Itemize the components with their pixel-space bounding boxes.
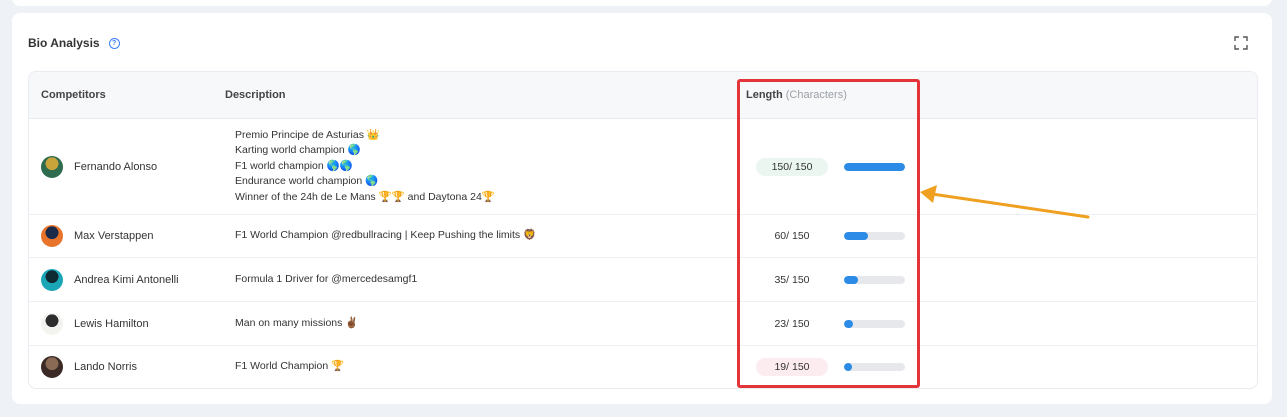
- table-row[interactable]: Lewis Hamilton Man on many missions ✌🏾 23/…: [29, 302, 1257, 346]
- description-line: Man on many missions ✌🏾: [235, 316, 359, 329]
- description-line: F1 World Champion @redbullracing | Keep …: [235, 229, 537, 242]
- description-line: Premio Principe de Asturias 👑: [235, 128, 380, 141]
- length-value: 60/ 150: [774, 230, 810, 242]
- avatar: [41, 155, 63, 178]
- length-progress-bar: [844, 232, 905, 240]
- header-competitors: Competitors: [41, 89, 106, 101]
- description-cell: F1 World Champion @redbullracing | Keep …: [235, 228, 536, 244]
- competitor-cell[interactable]: Max Verstappen: [41, 225, 154, 247]
- length-progress-fill: [844, 275, 859, 284]
- table-row[interactable]: Lando Norris F1 World Champion 🏆 19/ 150: [29, 346, 1257, 388]
- competitor-name[interactable]: Andrea Kimi Antonelli: [74, 274, 179, 286]
- avatar: [41, 312, 63, 335]
- description-line: Karting world champion 🌎: [235, 144, 361, 157]
- length-progress-fill: [844, 319, 854, 328]
- competitor-cell[interactable]: Andrea Kimi Antonelli: [41, 268, 179, 291]
- avatar: [41, 356, 63, 378]
- description-line: Winner of the 24h de Le Mans 🏆🏆 and Dayt…: [235, 190, 495, 203]
- competitor-name[interactable]: Lewis Hamilton: [74, 318, 149, 330]
- header-length-unit: (Characters): [785, 89, 847, 101]
- competitor-name[interactable]: Max Verstappen: [74, 230, 154, 242]
- description-line: F1 world champion 🌎🌎: [235, 159, 353, 172]
- description-cell: Man on many missions ✌🏾: [235, 316, 358, 332]
- help-icon[interactable]: ?: [108, 37, 120, 49]
- length-progress-fill: [844, 363, 852, 371]
- description-line: F1 World Champion 🏆: [235, 360, 345, 373]
- avatar: [41, 268, 63, 291]
- description-cell: Premio Principe de Asturias 👑 Karting wor…: [235, 128, 495, 206]
- previous-card: [12, 0, 1272, 6]
- length-progress-bar: [844, 319, 905, 328]
- competitor-name[interactable]: Lando Norris: [74, 361, 137, 373]
- competitor-name[interactable]: Fernando Alonso: [74, 161, 157, 173]
- card-title: Bio Analysis ?: [28, 36, 120, 50]
- length-value: 150/ 150: [756, 157, 828, 176]
- avatar: [41, 225, 63, 247]
- length-progress-bar: [844, 162, 905, 171]
- card-title-text: Bio Analysis: [28, 36, 100, 50]
- length-progress-fill: [844, 162, 905, 171]
- competitor-cell[interactable]: Lando Norris: [41, 356, 137, 378]
- header-length: Length (Characters): [746, 89, 847, 101]
- length-value: 23/ 150: [774, 317, 810, 330]
- header-length-label: Length: [746, 89, 783, 101]
- description-cell: F1 World Champion 🏆: [235, 359, 344, 375]
- description-line: Endurance world champion 🌎: [235, 175, 379, 188]
- description-cell: Formula 1 Driver for @mercedesamgf1: [235, 272, 417, 288]
- length-progress-bar: [844, 363, 905, 371]
- competitor-cell[interactable]: Lewis Hamilton: [41, 312, 149, 335]
- competitor-cell[interactable]: Fernando Alonso: [41, 155, 157, 178]
- table-row[interactable]: Andrea Kimi Antonelli Formula 1 Driver fo…: [29, 258, 1257, 302]
- table-header: Competitors Description Length (Characte…: [29, 72, 1257, 119]
- bio-table: Competitors Description Length (Characte…: [28, 71, 1258, 389]
- description-line: Formula 1 Driver for @mercedesamgf1: [235, 272, 418, 285]
- length-value: 35/ 150: [774, 273, 810, 286]
- length-progress-fill: [844, 232, 869, 240]
- header-description: Description: [225, 89, 286, 101]
- annotation-arrow-icon: [920, 185, 1090, 219]
- length-progress-bar: [844, 275, 905, 284]
- length-value: 19/ 150: [756, 358, 828, 376]
- expand-icon[interactable]: [1234, 36, 1248, 50]
